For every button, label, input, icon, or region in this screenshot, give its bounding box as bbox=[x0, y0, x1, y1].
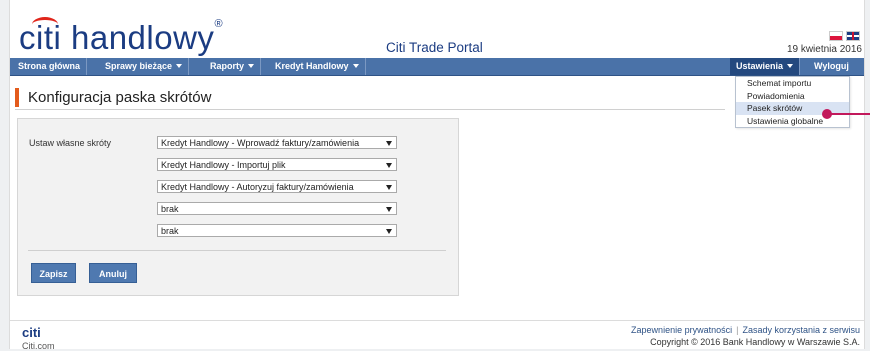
chevron-down-icon bbox=[248, 64, 255, 68]
nav-logout[interactable]: Wyloguj bbox=[808, 58, 855, 75]
cancel-button[interactable]: Anuluj bbox=[89, 263, 137, 283]
nav-current-matters[interactable]: Sprawy bieżące bbox=[99, 58, 190, 75]
title-accent-bar bbox=[15, 88, 19, 107]
footer-divider bbox=[10, 320, 864, 321]
terms-link[interactable]: Zasady korzystania z serwisu bbox=[742, 325, 860, 335]
menu-item-global-settings[interactable]: Ustawienia globalne bbox=[736, 115, 849, 128]
chevron-down-icon bbox=[787, 64, 794, 68]
shortcut-form: Ustaw własne skróty Kredyt Handlowy - Wp… bbox=[17, 118, 459, 296]
page-container: citi handlowy® Citi Trade Portal 19 kwie… bbox=[9, 0, 870, 351]
nav-reports[interactable]: Raporty bbox=[204, 58, 262, 75]
dropdown-arrow-icon bbox=[386, 141, 392, 146]
nav-settings[interactable]: Ustawienia bbox=[730, 58, 801, 75]
pl-flag-icon[interactable] bbox=[829, 31, 843, 41]
dropdown-arrow-icon bbox=[386, 185, 392, 190]
footer-links: Zapewnienie prywatności | Zasady korzystan… bbox=[631, 325, 860, 335]
title-divider bbox=[15, 109, 725, 110]
dropdown-arrow-icon bbox=[386, 163, 392, 168]
settings-dropdown: Schemat importu Powiadomienia Pasek skró… bbox=[735, 76, 850, 128]
chevron-down-icon bbox=[176, 64, 183, 68]
menu-item-import-schema[interactable]: Schemat importu bbox=[736, 77, 849, 90]
shortcut-select-4[interactable]: brak bbox=[157, 202, 397, 215]
annotation-pointer-dot bbox=[822, 109, 832, 119]
shortcut-select-2[interactable]: Kredyt Handlowy - Importuj plik bbox=[157, 158, 397, 171]
footer-citi-com-link[interactable]: Citi.com bbox=[22, 341, 55, 351]
dropdown-arrow-icon bbox=[386, 229, 392, 234]
shortcuts-label: Ustaw własne skróty bbox=[29, 138, 112, 148]
form-divider bbox=[28, 250, 446, 251]
save-button[interactable]: Zapisz bbox=[31, 263, 76, 283]
nav-home[interactable]: Strona główna bbox=[12, 58, 88, 75]
dropdown-arrow-icon bbox=[386, 207, 392, 212]
main-nav: Strona główna Sprawy bieżące Raporty Kre… bbox=[10, 58, 864, 76]
current-date: 19 kwietnia 2016 bbox=[786, 44, 862, 55]
footer-separator: | bbox=[736, 325, 739, 335]
uk-flag-icon[interactable] bbox=[846, 31, 860, 41]
language-switcher bbox=[829, 31, 860, 41]
footer-citi-logo[interactable]: citi bbox=[22, 325, 41, 340]
shortcut-select-1[interactable]: Kredyt Handlowy - Wprowadź faktury/zamów… bbox=[157, 136, 397, 149]
annotation-pointer-line bbox=[828, 113, 870, 115]
privacy-link[interactable]: Zapewnienie prywatności bbox=[631, 325, 732, 335]
nav-trade-credit[interactable]: Kredyt Handlowy bbox=[269, 58, 366, 75]
copyright-text: Copyright © 2016 Bank Handlowy w Warszaw… bbox=[650, 337, 860, 347]
chevron-down-icon bbox=[352, 64, 359, 68]
portal-title: Citi Trade Portal bbox=[386, 40, 483, 55]
citi-handlowy-logo[interactable]: citi handlowy® bbox=[19, 14, 223, 58]
shortcut-select-3[interactable]: Kredyt Handlowy - Autoryzuj faktury/zamó… bbox=[157, 180, 397, 193]
menu-item-notifications[interactable]: Powiadomienia bbox=[736, 90, 849, 103]
shortcut-select-5[interactable]: brak bbox=[157, 224, 397, 237]
page-title: Konfiguracja paska skrótów bbox=[28, 89, 212, 106]
